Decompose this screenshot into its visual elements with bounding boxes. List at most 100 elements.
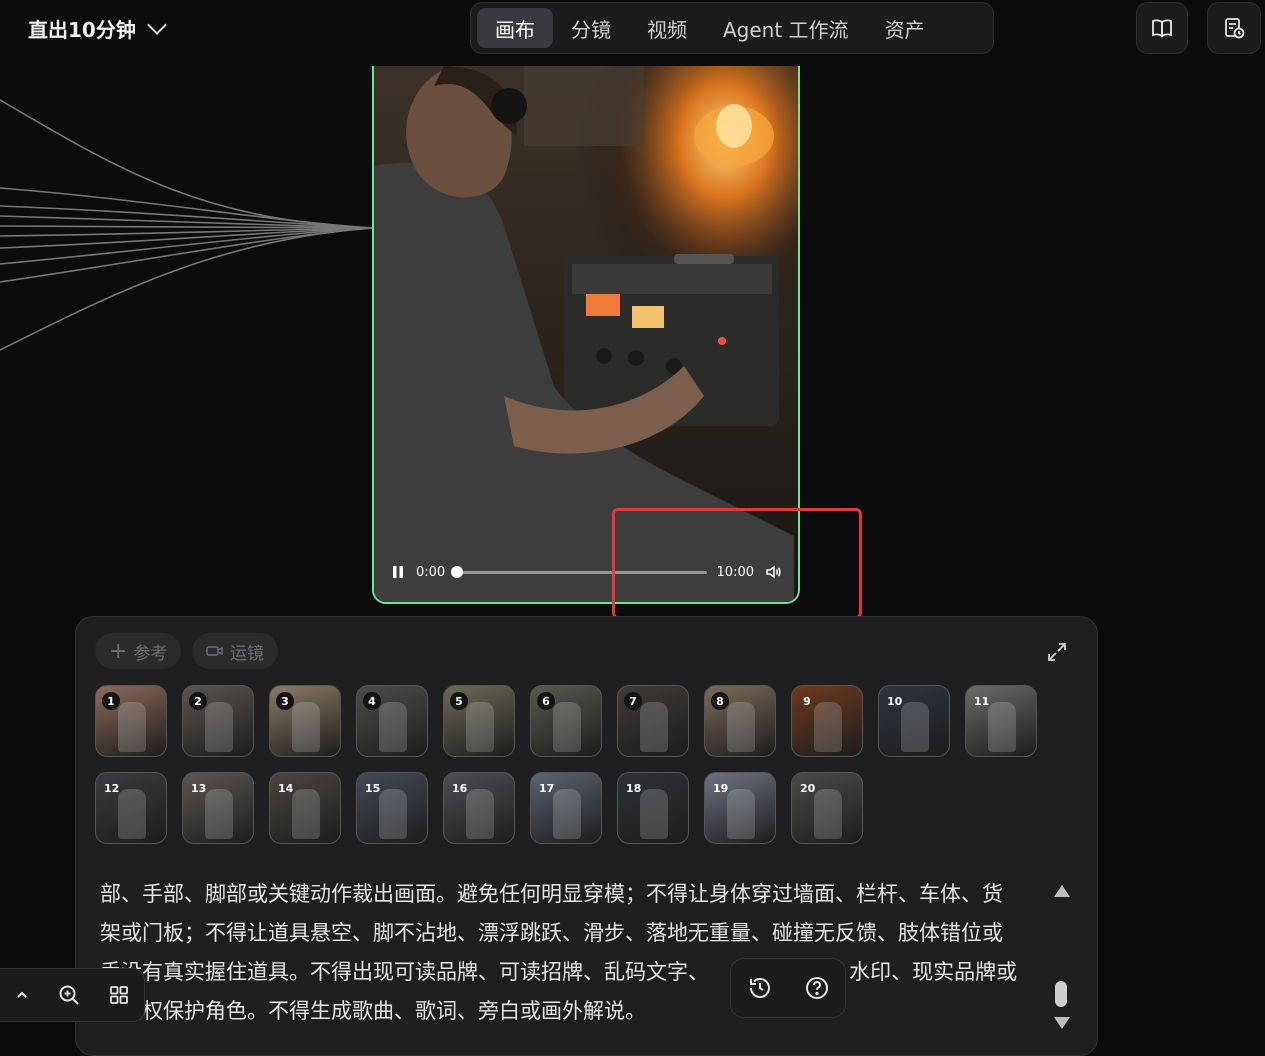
thumbnail-number: 4 xyxy=(363,692,381,710)
reference-thumbnail[interactable]: 20 xyxy=(791,772,863,844)
project-selector[interactable]: 直出10分钟 xyxy=(28,12,167,44)
thumbnail-image xyxy=(814,702,842,752)
plus-icon: + xyxy=(109,638,128,664)
scroll-down-icon[interactable] xyxy=(1054,1017,1070,1029)
reference-thumbnail[interactable]: 4 xyxy=(356,685,428,757)
tab-agent-workflow[interactable]: Agent 工作流 xyxy=(705,8,867,48)
thumbnail-image xyxy=(640,789,668,839)
scrollbar[interactable] xyxy=(1052,879,1070,1029)
camera-motion-label: 运镜 xyxy=(230,643,264,664)
thumbnail-image xyxy=(379,702,407,752)
tab-video[interactable]: 视频 xyxy=(629,8,705,48)
prompt-line: 部、手部、脚部或关键动作裁出画面。避免任何明显穿模；不得让身体穿过墙面、栏杆、车… xyxy=(100,882,1003,906)
reference-thumbnail[interactable]: 15 xyxy=(356,772,428,844)
thumbnail-image xyxy=(379,789,407,839)
seek-thumb[interactable] xyxy=(451,565,464,578)
thumbnail-image xyxy=(640,702,668,752)
thumbnail-image xyxy=(553,789,581,839)
reference-thumbnail[interactable]: 12 xyxy=(95,772,167,844)
book-button[interactable] xyxy=(1136,2,1188,54)
add-reference-chip[interactable]: + 参考 xyxy=(95,633,182,669)
thumbnail-number: 10 xyxy=(887,694,903,708)
grid-view-icon[interactable] xyxy=(108,984,130,1006)
tab-assets[interactable]: 资产 xyxy=(867,8,943,48)
reference-thumbnail[interactable]: 13 xyxy=(182,772,254,844)
thumbnail-image xyxy=(118,789,146,839)
reference-thumbnail[interactable]: 10 xyxy=(878,685,950,757)
reference-thumbnail[interactable]: 14 xyxy=(269,772,341,844)
thumbnail-number: 2 xyxy=(189,692,207,710)
scroll-thumb[interactable] xyxy=(1055,981,1067,1007)
history-help-toolbar xyxy=(730,958,846,1018)
thumbnail-number: 1 xyxy=(102,692,120,710)
thumbnail-number: 6 xyxy=(537,692,555,710)
pause-icon[interactable] xyxy=(390,564,406,580)
task-history-button[interactable] xyxy=(1207,2,1261,54)
scroll-up-icon[interactable] xyxy=(1054,885,1070,897)
thumbnail-image xyxy=(814,789,842,839)
thumbnail-number: 14 xyxy=(278,781,294,795)
reference-thumbnail[interactable]: 6 xyxy=(530,685,602,757)
thumbnail-number: 3 xyxy=(276,692,294,710)
thumbnail-image xyxy=(727,702,755,752)
thumbnail-image xyxy=(205,702,233,752)
reference-thumbnail[interactable]: 19 xyxy=(704,772,776,844)
thumbnail-number: 13 xyxy=(191,781,207,795)
thumbnail-image xyxy=(118,702,146,752)
prompt-line: 手没有真实握住道具。不得出现可读品牌、可读招牌、乱码文字、 水印、现实品牌或 xyxy=(100,960,1018,984)
chevron-up-icon[interactable] xyxy=(14,987,30,1003)
project-name: 直出10分钟 xyxy=(28,17,136,42)
history-icon[interactable] xyxy=(747,975,773,1001)
prompt-text[interactable]: 部、手部、脚部或关键动作裁出画面。避免任何明显穿模；不得让身体穿过墙面、栏杆、车… xyxy=(100,875,1040,1031)
current-time: 0:00 xyxy=(416,564,446,580)
thumbnail-number: 16 xyxy=(452,781,468,795)
add-reference-label: 参考 xyxy=(133,643,168,664)
thumbnail-number: 20 xyxy=(800,781,816,795)
reference-thumbnail[interactable]: 9 xyxy=(791,685,863,757)
thumbnail-number: 11 xyxy=(974,694,990,708)
thumbnail-number: 5 xyxy=(450,692,468,710)
reference-thumbnail[interactable]: 7 xyxy=(617,685,689,757)
task-history-icon xyxy=(1225,18,1245,39)
thumbnail-image xyxy=(901,702,929,752)
zoom-in-icon[interactable] xyxy=(57,983,81,1007)
thumbnail-number: 19 xyxy=(713,781,729,795)
expand-icon[interactable] xyxy=(1046,641,1068,663)
reference-thumbnail[interactable]: 16 xyxy=(443,772,515,844)
thumbnail-number: 9 xyxy=(803,694,811,708)
view-tabs: 画布 分镜 视频 Agent 工作流 资产 xyxy=(470,2,994,54)
reference-thumbnail[interactable]: 8 xyxy=(704,685,776,757)
thumbnail-image xyxy=(466,702,494,752)
thumbnail-image xyxy=(466,789,494,839)
thumbnail-image xyxy=(292,702,320,752)
chevron-down-icon xyxy=(146,15,167,35)
thumbnail-image xyxy=(292,789,320,839)
node-connection-lines xyxy=(0,99,373,351)
canvas-zoom-toolbar xyxy=(0,968,145,1022)
tab-storyboard[interactable]: 分镜 xyxy=(553,8,629,48)
thumbnail-image xyxy=(553,702,581,752)
thumbnail-number: 17 xyxy=(539,781,555,795)
thumbnail-number: 12 xyxy=(104,781,120,795)
reference-thumbnail[interactable]: 5 xyxy=(443,685,515,757)
prompt-line: 架或门板；不得让道具悬空、脚不沾地、漂浮跳跃、滑步、落地无重量、碰撞无反馈、肢体… xyxy=(100,921,1003,945)
tab-canvas[interactable]: 画布 xyxy=(477,8,553,48)
help-icon[interactable] xyxy=(804,975,830,1001)
thumbnail-image xyxy=(727,789,755,839)
reference-thumbnail[interactable]: 2 xyxy=(182,685,254,757)
thumbnail-number: 15 xyxy=(365,781,381,795)
reference-thumbnail[interactable]: 3 xyxy=(269,685,341,757)
reference-thumbnail[interactable]: 11 xyxy=(965,685,1037,757)
reference-thumbnail[interactable]: 18 xyxy=(617,772,689,844)
thumbnail-number: 8 xyxy=(711,692,729,710)
generation-panel: + 参考 运镜 1 2 3 4 5 6 7 8 9 10 11 12 13 14 15 16 17 18 19 20 … xyxy=(75,616,1098,1056)
thumbnail-image xyxy=(205,789,233,839)
reference-thumbnail[interactable]: 1 xyxy=(95,685,167,757)
thumbnail-number: 7 xyxy=(624,692,642,710)
book-icon xyxy=(1152,19,1172,38)
thumbnail-number: 18 xyxy=(626,781,642,795)
thumbnail-image xyxy=(988,702,1016,752)
prompt-line: 受版权保护角色。不得生成歌曲、歌词、旁白或画外解说。 xyxy=(100,999,646,1023)
camera-motion-chip[interactable]: 运镜 xyxy=(192,633,278,669)
reference-thumbnail[interactable]: 17 xyxy=(530,772,602,844)
